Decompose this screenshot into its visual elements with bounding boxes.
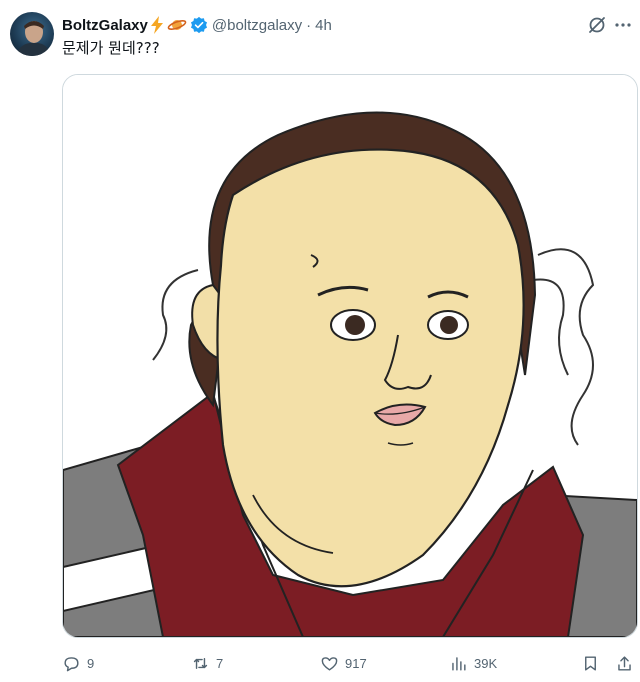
- repost-icon: [193, 657, 208, 669]
- tweet-actions: 9 7 917 39K: [62, 650, 636, 676]
- like-count: 917: [345, 655, 367, 671]
- verified-badge-icon[interactable]: [190, 16, 208, 34]
- reply-count: 9: [87, 655, 95, 671]
- reply-icon: [64, 656, 79, 671]
- share-icon: [618, 655, 631, 671]
- reply-button[interactable]: 9: [62, 650, 94, 676]
- avatar[interactable]: [10, 12, 54, 56]
- author-name[interactable]: BoltzGalaxy: [62, 17, 148, 34]
- ringed-planet-emoji-icon: [167, 16, 187, 34]
- bookmark-button[interactable]: [581, 650, 600, 676]
- share-button[interactable]: [615, 650, 634, 676]
- more-options-icon[interactable]: [612, 14, 634, 36]
- views-chart-icon: [452, 656, 466, 671]
- tweet: BoltzGalaxy @boltzgalaxy · 4h 문제가 뭔데??? …: [0, 0, 640, 682]
- separator-dot: ·: [306, 16, 312, 34]
- like-button[interactable]: 917: [320, 650, 367, 676]
- repost-count: 7: [216, 655, 224, 671]
- views-count: 39K: [474, 655, 498, 671]
- tweet-text: 문제가 뭔데???: [62, 39, 160, 57]
- timestamp[interactable]: 4h: [315, 17, 332, 34]
- views-button[interactable]: 39K: [449, 650, 497, 676]
- cartoon-illustration: [63, 75, 637, 637]
- avatar-image: [16, 21, 50, 56]
- repost-button[interactable]: 7: [191, 650, 223, 676]
- tweet-image[interactable]: [62, 74, 638, 638]
- grok-icon[interactable]: [586, 14, 608, 36]
- bookmark-icon: [585, 655, 596, 671]
- lightning-emoji-icon: [150, 16, 165, 34]
- author-handle[interactable]: @boltzgalaxy: [212, 17, 302, 34]
- tweet-header: BoltzGalaxy @boltzgalaxy · 4h: [62, 14, 332, 36]
- heart-icon: [321, 656, 338, 671]
